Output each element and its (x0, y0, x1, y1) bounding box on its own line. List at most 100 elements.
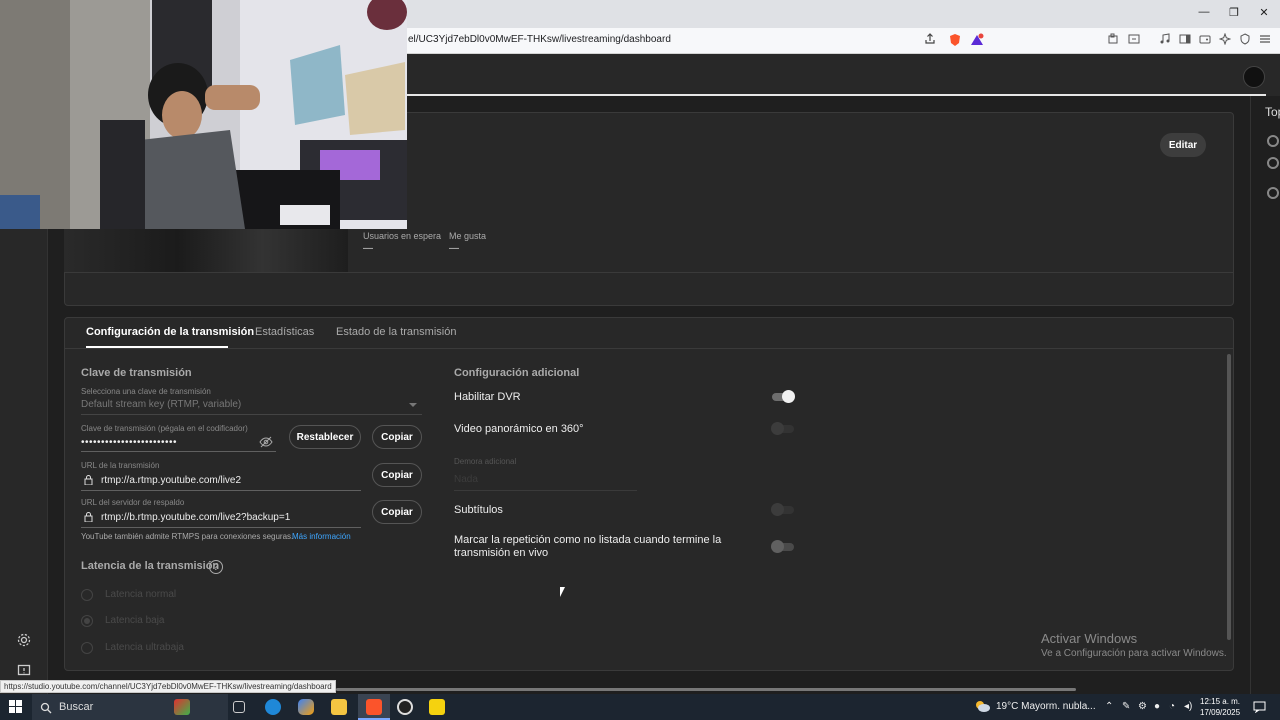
360-video-label: Video panorámico en 360° (454, 423, 584, 435)
rtmps-note: YouTube también admite RTMPS para conexi… (81, 532, 294, 541)
edge-browser-icon[interactable] (265, 699, 281, 715)
right-panel-item-icon[interactable] (1267, 157, 1279, 169)
activate-windows-subtitle: Ve a Configuración para activar Windows. (1041, 648, 1227, 659)
latency-normal-label: Latencia normal (105, 589, 177, 600)
unlisted-replay-toggle[interactable] (771, 540, 794, 553)
sticky-notes-icon[interactable] (429, 699, 445, 715)
right-panel-label: Top (1265, 105, 1280, 119)
latency-low-radio[interactable] (81, 615, 93, 627)
latency-title: Latencia de la transmisión (81, 560, 220, 572)
more-info-link[interactable]: Más información (292, 532, 351, 541)
stream-key-caption: Clave de transmisión (pégala en el codif… (81, 424, 248, 433)
subtitles-label: Subtítulos (454, 504, 503, 516)
latency-ultralow-label: Latencia ultrabaja (105, 642, 184, 653)
lock-icon (84, 475, 93, 486)
sidebar-icon[interactable] (1178, 33, 1192, 47)
status-bar-url: https://studio.youtube.com/channel/UC3Yj… (0, 680, 336, 693)
stream-key-title: Clave de transmisión (81, 367, 192, 379)
close-window-icon[interactable]: ✕ (1254, 6, 1274, 19)
obs-studio-icon[interactable] (397, 699, 413, 715)
tab-analytics[interactable]: Estadísticas (255, 326, 314, 338)
file-explorer-icon[interactable] (331, 699, 347, 715)
backup-url-caption: URL del servidor de respaldo (81, 498, 185, 507)
panel-scrollbar[interactable] (1227, 354, 1231, 640)
feedback-icon[interactable] (17, 664, 31, 678)
pen-icon[interactable]: ✎ (1122, 701, 1130, 712)
windows-start-icon[interactable] (9, 700, 22, 713)
settings-gear-icon[interactable] (16, 632, 32, 648)
brave-shields-icon[interactable] (948, 33, 962, 47)
minimize-icon[interactable]: — (1194, 6, 1214, 18)
music-icon[interactable] (1158, 33, 1172, 47)
reset-key-button[interactable]: Restablecer (289, 425, 361, 449)
stream-thumbnail (64, 228, 348, 272)
copilot-icon[interactable] (298, 699, 314, 715)
save-page-icon[interactable] (1127, 33, 1141, 47)
search-highlight-icon[interactable] (174, 699, 190, 715)
lock-icon (84, 512, 93, 523)
mouse-cursor (560, 587, 570, 597)
right-panel-item-icon[interactable] (1267, 187, 1279, 199)
avatar[interactable] (1243, 66, 1265, 88)
vpn-shield-icon[interactable] (1238, 33, 1252, 47)
task-view-icon[interactable] (233, 701, 245, 713)
copy-backup-url-button[interactable]: Copiar (372, 500, 422, 524)
leo-ai-icon[interactable] (1218, 32, 1232, 47)
help-icon[interactable]: ? (209, 560, 223, 574)
wifi-icon[interactable]: ◔ (1169, 701, 1175, 712)
field-underline (81, 527, 361, 528)
webcam-overlay (0, 0, 407, 229)
stream-key-select-caption: Selecciona una clave de transmisión (81, 387, 211, 396)
latency-normal-radio[interactable] (81, 589, 93, 601)
stream-url-input[interactable]: rtmp://a.rtmp.youtube.com/live2 (101, 475, 241, 486)
menu-icon[interactable] (1258, 33, 1272, 47)
copy-url-button[interactable]: Copiar (372, 463, 422, 487)
dvr-toggle[interactable] (772, 390, 795, 403)
activate-windows-title: Activar Windows (1041, 631, 1138, 646)
360-video-toggle[interactable] (771, 422, 794, 435)
copy-key-button[interactable]: Copiar (372, 425, 422, 449)
weather-text[interactable]: 19°C Mayorm. nubla... (996, 701, 1096, 712)
microphone-icon[interactable]: ● (1154, 701, 1160, 712)
search-icon (40, 701, 52, 714)
delay-caption: Demora adicional (454, 457, 517, 466)
delay-select[interactable]: Nada (454, 474, 478, 485)
restore-icon[interactable]: ❐ (1224, 6, 1244, 19)
backup-url-input[interactable]: rtmp://b.rtmp.youtube.com/live2?backup=1 (101, 512, 290, 523)
stream-key-input[interactable]: •••••••••••••••••••••••• (81, 437, 177, 448)
share-icon[interactable] (923, 33, 937, 47)
stream-key-select[interactable]: Default stream key (RTMP, variable) (81, 399, 241, 410)
wallet-icon[interactable] (1198, 33, 1212, 47)
subtitles-toggle[interactable] (771, 503, 794, 516)
chevron-down-icon[interactable] (409, 403, 417, 407)
tab-stream-settings[interactable]: Configuración de la transmisión (86, 326, 254, 338)
brave-rewards-icon[interactable] (970, 33, 984, 47)
edit-button[interactable]: Editar (1160, 133, 1206, 157)
notifications-icon[interactable] (1253, 700, 1266, 714)
horizontal-scrollbar[interactable] (336, 688, 1076, 691)
brave-browser-icon[interactable] (366, 699, 382, 715)
tab-stream-health[interactable]: Estado de la transmisión (336, 326, 456, 338)
url-text[interactable]: el/UC3Yjd7ebDl0v0MwEF-THKsw/livestreamin… (408, 34, 671, 45)
divider (64, 348, 1234, 349)
dvr-label: Habilitar DVR (454, 391, 521, 403)
hide-visibility-icon[interactable] (259, 435, 273, 448)
additional-settings-title: Configuración adicional (454, 367, 580, 379)
clock-date[interactable]: 17/09/2025 (1200, 708, 1240, 717)
unlisted-replay-label-line1: Marcar la repetición como no listada cua… (454, 534, 722, 546)
volume-icon[interactable]: ◂) (1184, 701, 1192, 712)
field-underline (81, 490, 361, 491)
divider (64, 272, 1234, 273)
stat-label-waiting: Usuarios en espera (363, 231, 442, 241)
right-panel-item-icon[interactable] (1267, 135, 1279, 147)
stat-value-waiting: — (363, 243, 373, 254)
stream-url-caption: URL de la transmisión (81, 461, 160, 470)
stream-settings-panel (64, 317, 1234, 671)
tray-chevron-up-icon[interactable]: ⌃ (1105, 701, 1113, 712)
loading-bar (406, 94, 1266, 96)
right-panel (1250, 96, 1280, 694)
latency-ultralow-radio[interactable] (81, 642, 93, 654)
network-settings-icon[interactable]: ⚙ (1138, 701, 1147, 712)
clock-time[interactable]: 12:15 a. m. (1200, 697, 1240, 706)
extensions-icon[interactable] (1106, 33, 1120, 47)
